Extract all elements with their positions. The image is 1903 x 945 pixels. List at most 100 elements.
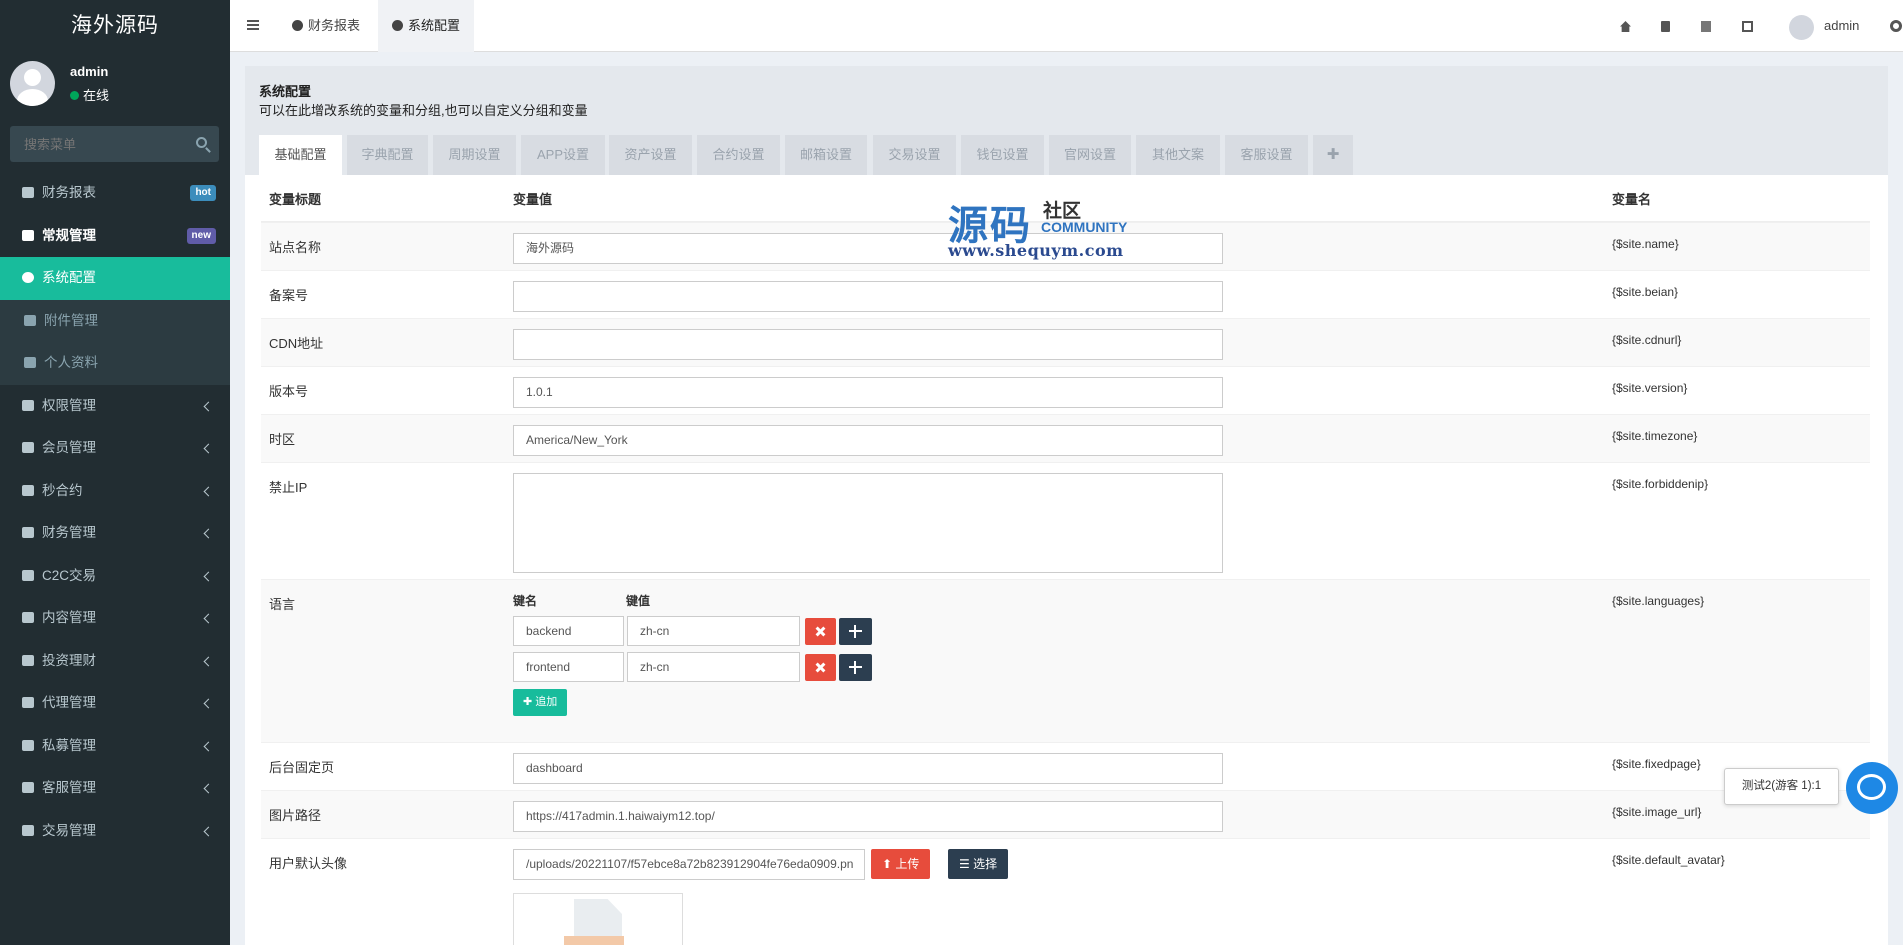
lang-key-input[interactable]: frontend bbox=[513, 652, 624, 682]
sidebar-item-label: 常规管理 bbox=[42, 227, 96, 243]
chat-icon[interactable] bbox=[1846, 762, 1898, 814]
row-var-name: {$site.version} bbox=[1612, 381, 1688, 395]
sidebar-item-finance[interactable]: 财务管理 bbox=[0, 512, 230, 555]
upload-label: 上传 bbox=[895, 857, 920, 871]
tab-period[interactable]: 周期设置 bbox=[433, 135, 516, 175]
chevron-left-icon bbox=[203, 826, 214, 836]
default-avatar-input[interactable]: /uploads/20221107/f57ebce8a72b823912904f… bbox=[513, 849, 865, 880]
sidebar-item-investment[interactable]: 投资理财 bbox=[0, 640, 230, 683]
sidebar-item-c2c[interactable]: C2C交易 bbox=[0, 555, 230, 598]
forbidden-ip-textarea[interactable] bbox=[513, 473, 1223, 573]
search-icon[interactable] bbox=[196, 137, 207, 148]
row-var-name: {$site.cdnurl} bbox=[1612, 333, 1682, 347]
app-logo[interactable]: 海外源码 bbox=[0, 0, 230, 52]
append-button[interactable]: ✚ 追加 bbox=[513, 689, 568, 716]
image-url-input[interactable]: https://417admin.1.haiwaiym12.top/ bbox=[513, 801, 1223, 832]
remove-row-button[interactable] bbox=[805, 618, 836, 645]
row-var-name: {$site.forbiddenip} bbox=[1612, 477, 1709, 491]
row-var-name: {$site.fixedpage} bbox=[1612, 757, 1701, 771]
lang-value-input[interactable]: zh-cn bbox=[627, 616, 800, 646]
sidebar-item-finance-report[interactable]: 财务报表 hot bbox=[0, 172, 230, 215]
tab-app[interactable]: APP设置 bbox=[521, 135, 605, 175]
tab-basic[interactable]: 基础配置 bbox=[259, 135, 342, 175]
trash-icon[interactable] bbox=[1661, 21, 1670, 32]
fixed-page-input[interactable]: dashboard bbox=[513, 753, 1223, 784]
tab-email[interactable]: 邮箱设置 bbox=[785, 135, 867, 175]
sidebar-item-profile[interactable]: 个人资料 bbox=[0, 342, 230, 385]
user-name: admin bbox=[70, 64, 109, 79]
drag-handle-icon[interactable] bbox=[839, 654, 872, 681]
row-title: 备案号 bbox=[269, 288, 309, 303]
table-row: 版本号 1.0.1 {$site.version} bbox=[261, 366, 1870, 414]
row-var-name: {$site.timezone} bbox=[1612, 429, 1698, 443]
watermark-logo: 源码 社区 COMMUNITY www.shequym.com bbox=[948, 193, 1148, 263]
tab-label: 系统配置 bbox=[408, 18, 461, 33]
list-icon: ☰ bbox=[959, 857, 974, 871]
tab-add[interactable]: ✚ bbox=[1313, 135, 1353, 175]
settings-gear-icon[interactable] bbox=[1890, 20, 1902, 32]
cdn-url-input[interactable] bbox=[513, 329, 1223, 360]
table-row: 备案号 {$site.beian} bbox=[261, 270, 1870, 318]
chat-notification[interactable]: 测试2(游客 1):1 bbox=[1724, 768, 1839, 805]
menu-toggle-icon[interactable] bbox=[247, 20, 259, 30]
timezone-input[interactable]: America/New_York bbox=[513, 425, 1223, 456]
lang-key-input[interactable]: backend bbox=[513, 616, 624, 646]
sidebar-item-attachments[interactable]: 附件管理 bbox=[0, 299, 230, 342]
beian-input[interactable] bbox=[513, 281, 1223, 312]
language-icon[interactable] bbox=[1701, 21, 1711, 32]
fullscreen-icon[interactable] bbox=[1742, 21, 1753, 32]
sidebar-item-second-contract[interactable]: 秒合约 bbox=[0, 470, 230, 513]
row-var-name: {$site.image_url} bbox=[1612, 805, 1702, 819]
header-avatar[interactable] bbox=[1789, 15, 1814, 40]
tab-system-config[interactable]: 系统配置 bbox=[378, 0, 475, 52]
sidebar-item-label: 内容管理 bbox=[42, 610, 96, 625]
row-title: 用户默认头像 bbox=[269, 856, 348, 871]
sidebar-item-private-equity[interactable]: 私募管理 bbox=[0, 725, 230, 768]
home-icon[interactable] bbox=[1620, 21, 1631, 32]
sidebar-item-customer-service[interactable]: 客服管理 bbox=[0, 767, 230, 810]
drag-handle-icon[interactable] bbox=[839, 618, 872, 645]
compass-icon bbox=[22, 654, 34, 666]
tab-wallet[interactable]: 钱包设置 bbox=[961, 135, 1044, 175]
sidebar-item-content[interactable]: 内容管理 bbox=[0, 597, 230, 640]
sidebar-item-label: 财务报表 bbox=[42, 185, 96, 200]
upload-button[interactable]: ⬆ 上传 bbox=[871, 849, 931, 879]
sidebar-item-label: 权限管理 bbox=[42, 397, 96, 413]
row-var-name: {$site.default_avatar} bbox=[1612, 853, 1725, 867]
key-header: 键名 bbox=[513, 594, 538, 608]
tab-finance-report[interactable]: 财务报表 bbox=[278, 0, 374, 52]
remove-row-button[interactable] bbox=[805, 654, 836, 681]
sidebar-menu: 财务报表 hot 常规管理 new 系统配置 附件管理 个人资料 权限管理 会员管理… bbox=[0, 172, 230, 852]
select-button[interactable]: ☰ 选择 bbox=[948, 849, 1009, 879]
search-input[interactable] bbox=[10, 126, 180, 162]
row-title: 站点名称 bbox=[269, 240, 322, 255]
user-status: 在线 bbox=[70, 85, 109, 104]
header-user-name[interactable]: admin bbox=[1824, 0, 1859, 52]
sidebar-item-label: 投资理财 bbox=[42, 652, 96, 668]
sidebar-item-general[interactable]: 常规管理 new bbox=[0, 215, 230, 258]
table-row: 图片路径 https://417admin.1.haiwaiym12.top/ … bbox=[261, 790, 1870, 838]
lang-value-input[interactable]: zh-cn bbox=[627, 652, 800, 682]
sidebar-item-system-config[interactable]: 系统配置 bbox=[0, 257, 230, 300]
tab-dictionary[interactable]: 字典配置 bbox=[347, 135, 428, 175]
tab-contract[interactable]: 合约设置 bbox=[697, 135, 780, 175]
tab-customer-service[interactable]: 客服设置 bbox=[1225, 135, 1308, 175]
diamond-icon bbox=[22, 739, 34, 751]
tab-assets[interactable]: 资产设置 bbox=[609, 135, 692, 175]
tab-label: 财务报表 bbox=[308, 18, 361, 33]
sidebar-item-label: 私募管理 bbox=[42, 737, 96, 753]
tab-trade[interactable]: 交易设置 bbox=[873, 135, 956, 175]
dashboard-icon bbox=[292, 20, 303, 31]
avatar-preview[interactable] bbox=[513, 893, 683, 945]
sidebar-item-agent[interactable]: 代理管理 bbox=[0, 682, 230, 725]
balance-scale-icon bbox=[22, 569, 34, 581]
version-input[interactable]: 1.0.1 bbox=[513, 377, 1223, 408]
value-header: 键值 bbox=[626, 594, 651, 608]
row-title: 图片路径 bbox=[269, 808, 322, 823]
sidebar-item-permissions[interactable]: 权限管理 bbox=[0, 385, 230, 428]
tab-website[interactable]: 官网设置 bbox=[1049, 135, 1131, 175]
sidebar-item-trading[interactable]: 交易管理 bbox=[0, 810, 230, 853]
tab-other-copy[interactable]: 其他文案 bbox=[1136, 135, 1220, 175]
chevron-left-icon bbox=[203, 613, 214, 624]
sidebar-item-members[interactable]: 会员管理 bbox=[0, 427, 230, 470]
